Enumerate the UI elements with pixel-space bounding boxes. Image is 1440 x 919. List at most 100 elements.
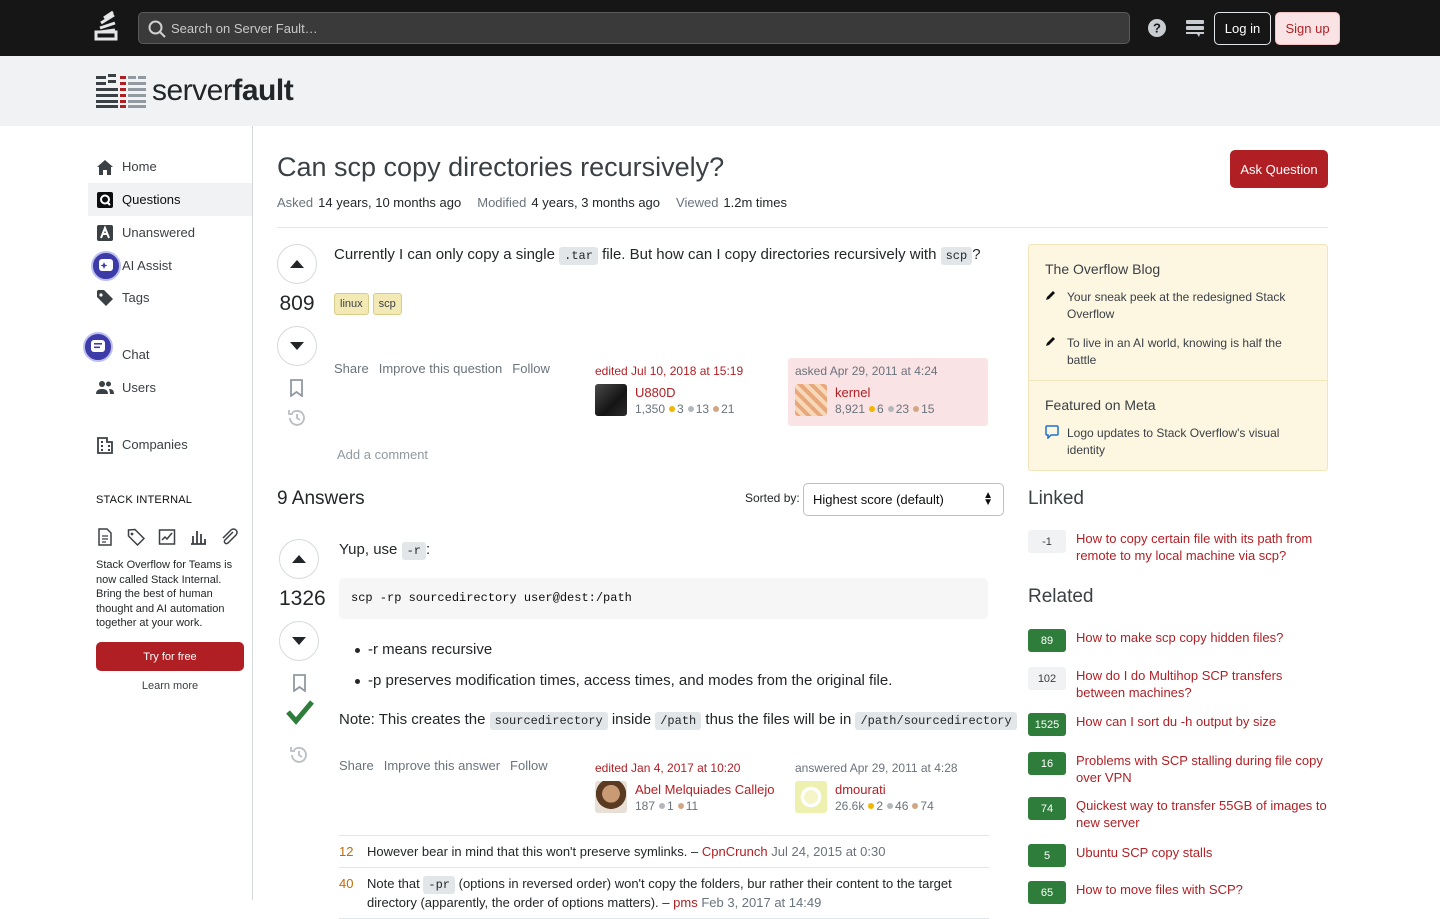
signup-button[interactable]: Sign up: [1275, 12, 1340, 45]
comment-user[interactable]: CpnCrunch: [702, 844, 768, 859]
user-name[interactable]: kernel: [835, 385, 870, 400]
nav-questions[interactable]: Questions: [88, 183, 252, 216]
nav-tags-label: Tags: [122, 290, 150, 305]
chat-icon: [83, 332, 114, 364]
answer-bullet-list: -r means recursive -p preserves modifica…: [354, 640, 892, 702]
tag-linux[interactable]: linux: [334, 293, 369, 315]
viewed-label: Viewed: [676, 195, 719, 210]
sort-select-value: Highest score (default): [813, 492, 944, 507]
related-question[interactable]: 89 How to make scp copy hidden files?: [1028, 629, 1328, 652]
add-comment-link[interactable]: Add a comment: [337, 447, 428, 462]
nav-users[interactable]: Users: [88, 371, 252, 404]
avatar[interactable]: [595, 384, 627, 416]
login-button[interactable]: Log in: [1214, 12, 1271, 45]
learn-more-link[interactable]: Learn more: [96, 680, 244, 692]
nav-unanswered-label: Unanswered: [122, 225, 195, 240]
asked-time[interactable]: asked Apr 29, 2011 at 4:24: [795, 364, 981, 378]
server-fault-logo[interactable]: serverfault: [96, 74, 294, 108]
answer-editor-card: edited Jan 4, 2017 at 10:20 Abel Melquia…: [588, 755, 788, 823]
question-title[interactable]: Can scp copy directories recursively?: [277, 152, 724, 183]
related-question[interactable]: 74 Quickest way to transfer 55GB of image…: [1028, 797, 1328, 831]
linked-title: How to copy certain file with its path f…: [1076, 531, 1313, 563]
nav-tags[interactable]: Tags: [88, 281, 252, 314]
history-icon[interactable]: [287, 408, 307, 428]
user-reputation: 1,350 3 13 21: [635, 402, 735, 416]
nav-unanswered[interactable]: Unanswered: [88, 216, 252, 249]
ask-question-button[interactable]: Ask Question: [1230, 150, 1328, 188]
unanswered-icon: [96, 224, 114, 242]
comment-date[interactable]: Jul 24, 2015 at 0:30: [771, 844, 885, 859]
avatar[interactable]: [795, 781, 827, 813]
user-name[interactable]: U880D: [635, 385, 675, 400]
share-link[interactable]: Share: [339, 758, 374, 773]
stack-exchange-logo-icon[interactable]: [94, 11, 122, 44]
question-post-menu: Share Improve this question Follow: [334, 361, 550, 376]
question-downvote-button[interactable]: [277, 326, 317, 366]
code-block: scp -rp sourcedirectory user@dest:/path: [339, 578, 988, 619]
improve-question-link[interactable]: Improve this question: [379, 361, 503, 376]
site-switcher-icon[interactable]: [1184, 17, 1206, 39]
answer-text: thus the files will be in: [705, 711, 852, 728]
question-editor-card: edited Jul 10, 2018 at 15:19 U880D 1,350…: [588, 358, 788, 426]
nav-users-label: Users: [122, 380, 156, 395]
comment-user[interactable]: pms: [673, 895, 698, 910]
nav-chat[interactable]: Chat: [83, 332, 252, 371]
top-bar: ? Log in Sign up: [0, 0, 1440, 56]
answered-time[interactable]: answered Apr 29, 2011 at 4:28: [795, 761, 981, 775]
nav-ai-assist[interactable]: AI Assist: [88, 249, 252, 282]
improve-answer-link[interactable]: Improve this answer: [384, 758, 500, 773]
meta-item-label: Logo updates to Stack Overflow's visual …: [1067, 426, 1280, 457]
sort-select[interactable]: Highest score (default) ▲ ▼: [803, 483, 1004, 516]
related-question[interactable]: 1525 How can I sort du -h output by size: [1028, 713, 1328, 736]
search-box[interactable]: [138, 12, 1130, 44]
user-name[interactable]: dmourati: [835, 782, 886, 797]
related-question[interactable]: 65 How to move files with SCP?: [1028, 881, 1328, 904]
related-title: How to make scp copy hidden files?: [1076, 630, 1284, 645]
tag-scp[interactable]: scp: [372, 293, 402, 315]
home-icon: [96, 158, 114, 176]
history-icon[interactable]: [289, 745, 309, 765]
site-banner: serverfault: [0, 56, 1440, 126]
bookmark-icon[interactable]: [289, 379, 304, 397]
nav-home-label: Home: [122, 159, 157, 174]
meta-item[interactable]: Logo updates to Stack Overflow's visual …: [1045, 425, 1310, 459]
blog-item[interactable]: To live in an AI world, knowing is half …: [1045, 335, 1310, 369]
share-link[interactable]: Share: [334, 361, 369, 376]
related-question[interactable]: 102 How do I do Multihop SCP transfers be…: [1028, 667, 1328, 701]
avatar[interactable]: [795, 384, 827, 416]
related-question[interactable]: 5 Ubuntu SCP copy stalls: [1028, 844, 1328, 867]
blog-item-label: Your sneak peek at the redesigned Stack …: [1067, 290, 1286, 321]
search-input[interactable]: [171, 13, 1111, 43]
nav-companies[interactable]: Companies: [88, 428, 252, 461]
modified-value[interactable]: 4 years, 3 months ago: [531, 195, 660, 210]
blog-item[interactable]: Your sneak peek at the redesigned Stack …: [1045, 289, 1310, 323]
answer-score: 1326: [279, 587, 326, 610]
linked-question[interactable]: -1 How to copy certain file with its path…: [1028, 530, 1328, 564]
checklist-icon: [158, 529, 176, 545]
user-name[interactable]: Abel Melquiades Callejo: [635, 782, 774, 797]
tag-outline-icon: [127, 528, 145, 546]
comment-date[interactable]: Feb 3, 2017 at 14:49: [701, 895, 821, 910]
follow-link[interactable]: Follow: [512, 361, 550, 376]
avatar[interactable]: [595, 781, 627, 813]
try-for-free-button[interactable]: Try for free: [96, 642, 244, 671]
inline-code: sourcedirectory: [489, 712, 608, 730]
edited-time[interactable]: edited Jul 10, 2018 at 15:19: [595, 364, 781, 378]
related-score: 65: [1028, 881, 1066, 904]
inline-code: /path/sourcedirectory: [855, 712, 1017, 730]
follow-link[interactable]: Follow: [510, 758, 548, 773]
related-question[interactable]: 16 Problems with SCP stalling during file…: [1028, 752, 1328, 786]
related-score: 102: [1028, 667, 1066, 690]
edited-time[interactable]: edited Jan 4, 2017 at 10:20: [595, 761, 781, 775]
help-icon[interactable]: ?: [1146, 17, 1168, 39]
question-upvote-button[interactable]: [277, 244, 317, 284]
bookmark-icon[interactable]: [292, 674, 307, 692]
site-name: serverfault: [152, 74, 294, 107]
answer-upvote-button[interactable]: [279, 539, 319, 579]
nav-home[interactable]: Home: [88, 150, 252, 183]
comment-body: However bear in mind that this won't pre…: [367, 843, 885, 860]
divider: [1029, 380, 1327, 381]
answer-downvote-button[interactable]: [279, 621, 319, 661]
answer-author-card: answered Apr 29, 2011 at 4:28 dmourati 2…: [788, 755, 988, 823]
answer-text: Yup, use: [339, 541, 398, 558]
